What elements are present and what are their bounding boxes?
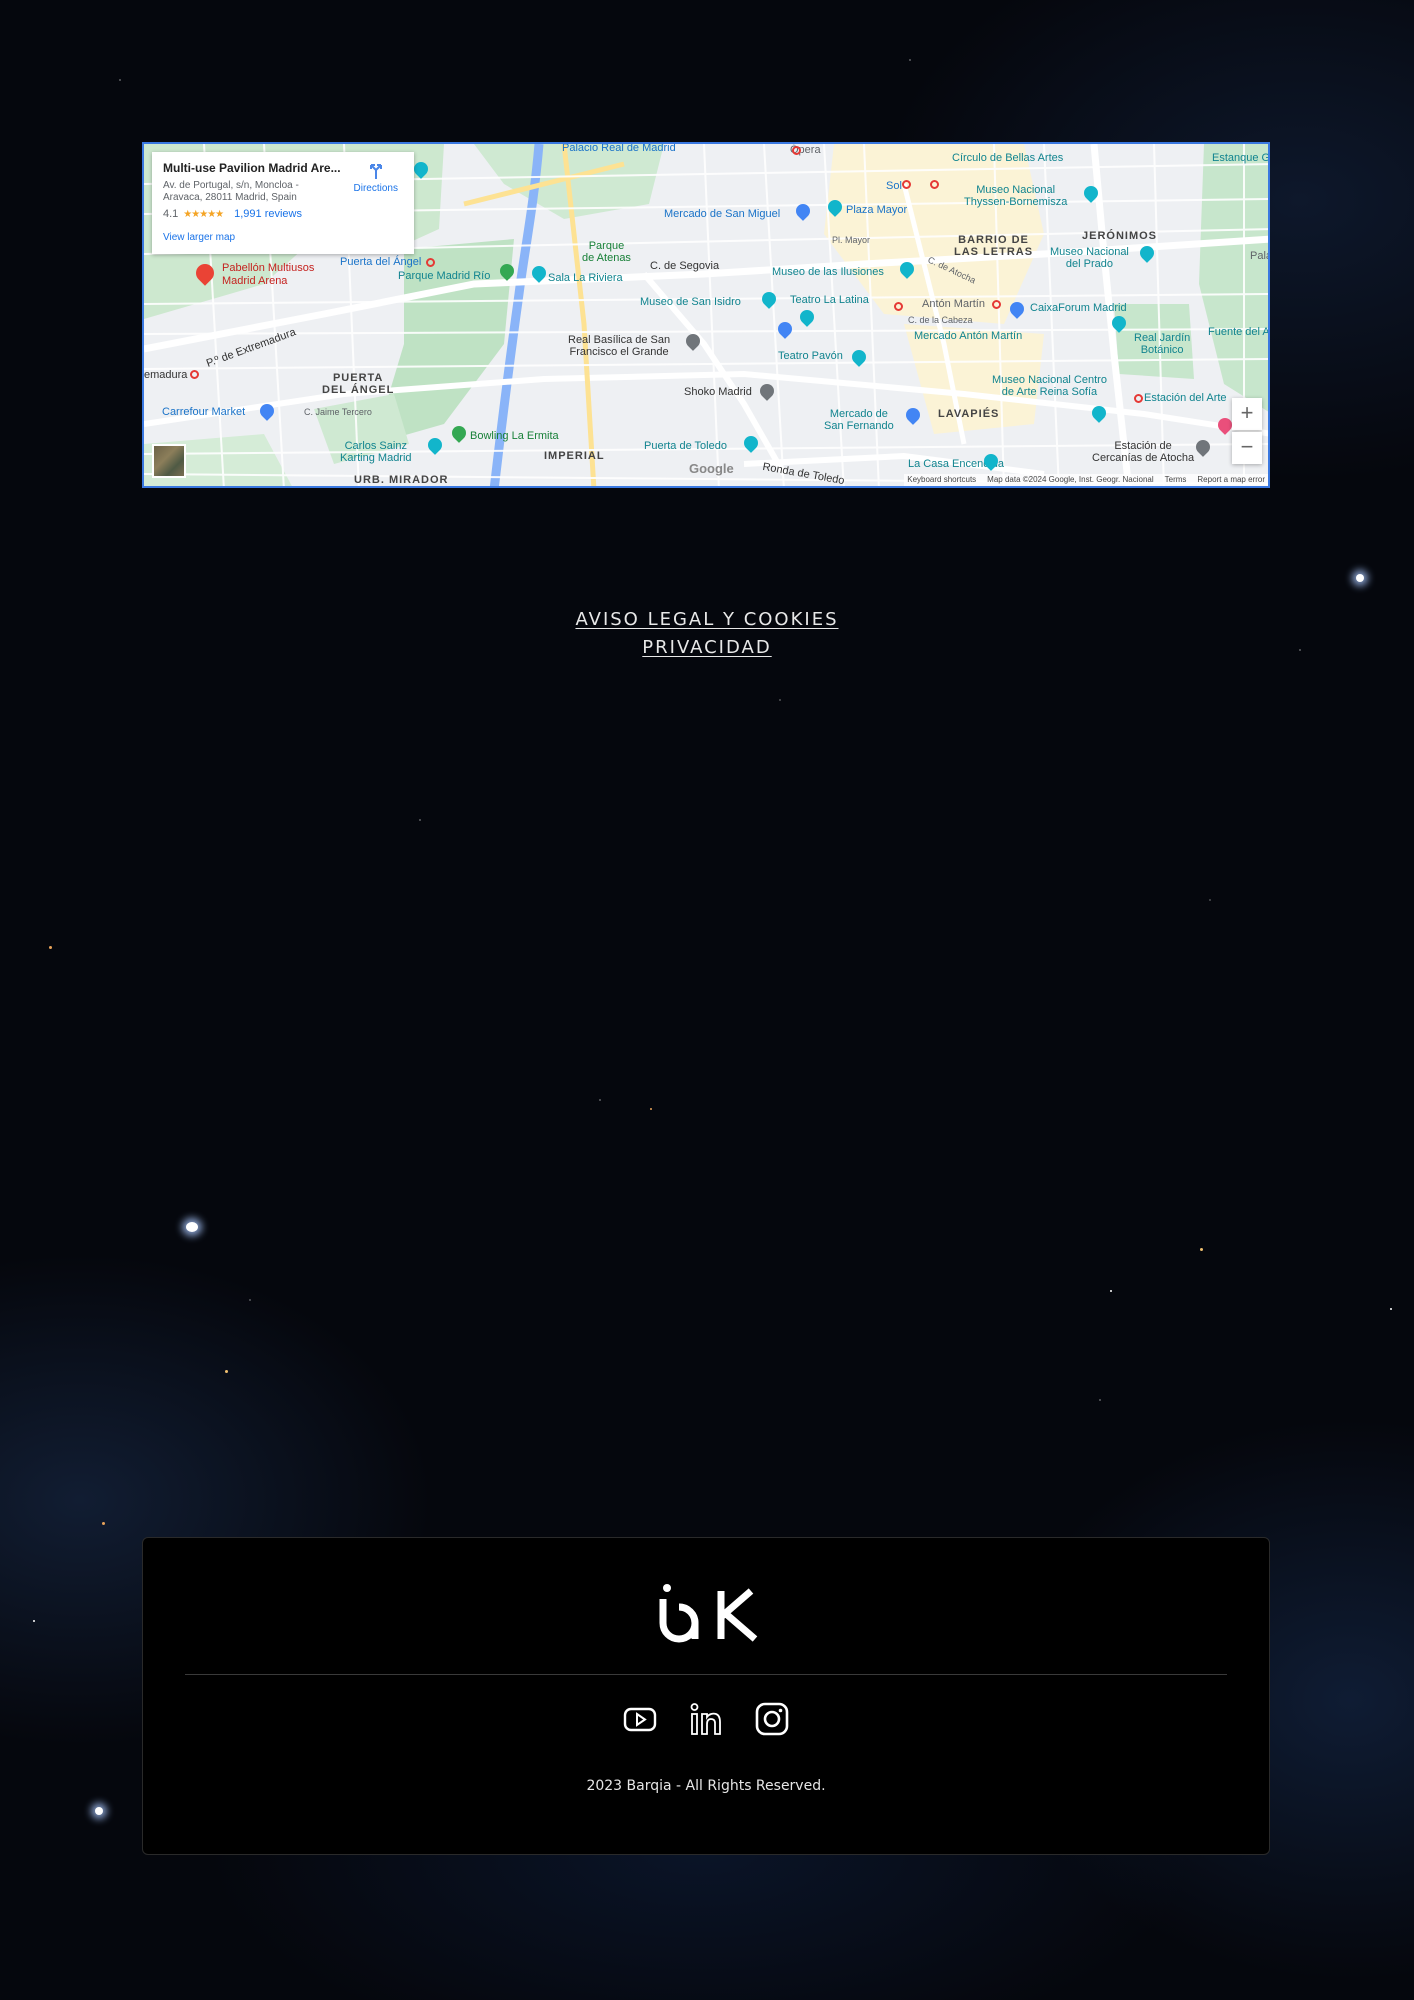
map-label: emadura [144, 369, 188, 381]
metro-icon [894, 302, 903, 311]
star [102, 1522, 105, 1525]
map-label: Antón Martín [922, 298, 985, 310]
map-label[interactable]: Puerta del Ángel [340, 256, 421, 268]
metro-icon [992, 300, 1001, 309]
map-label[interactable]: Mercado de San Fernando [824, 408, 894, 432]
map-label: Pl. Mayor [832, 235, 871, 245]
map-label[interactable]: Shoko Madrid [684, 386, 752, 398]
map-label: LAVAPIÉS [938, 408, 1000, 420]
star [49, 946, 52, 949]
social-links [143, 1702, 1269, 1736]
star [1390, 1308, 1392, 1310]
embedded-map[interactable]: Palacio Real de Madrid Ópera Círculo de … [142, 142, 1270, 488]
map-label[interactable]: Plaza Mayor [846, 204, 907, 216]
directions-label: Directions [353, 183, 398, 194]
legal-links: AVISO LEGAL Y COOKIES PRIVACIDAD [0, 606, 1414, 662]
report-map-error-link[interactable]: Report a map error [1197, 474, 1265, 486]
place-title: Multi-use Pavilion Madrid Are... [163, 161, 341, 175]
map-label[interactable]: Museo Nacional Thyssen-Bornemisza [964, 184, 1067, 208]
map-label: PUERTA DEL ÁNGEL [322, 372, 395, 396]
satellite-toggle-thumbnail[interactable] [152, 444, 186, 478]
brand-logo[interactable] [659, 1583, 763, 1643]
privacy-link[interactable]: PRIVACIDAD [0, 634, 1414, 662]
bright-star [1356, 574, 1364, 582]
map-label: C. de la Cabeza [908, 315, 973, 325]
map-label: Palac [1250, 250, 1268, 262]
place-info-card: Multi-use Pavilion Madrid Are... Av. de … [152, 152, 414, 254]
rating-value: 4.1 [163, 208, 179, 220]
map-label[interactable]: Estación de Cercanías de Atocha [1092, 440, 1194, 464]
footer-divider [185, 1674, 1227, 1675]
zoom-out-button[interactable]: − [1232, 432, 1262, 464]
map-label[interactable]: Mercado Antón Martín [914, 330, 1022, 342]
linkedin-icon[interactable] [689, 1702, 723, 1736]
map-label[interactable]: Museo Nacional del Prado [1050, 246, 1129, 270]
map-label[interactable]: Museo de San Isidro [640, 296, 741, 308]
rating-stars-icon: ★★★★★ [183, 208, 224, 220]
map-label[interactable]: Estación del Arte [1144, 392, 1227, 404]
map-label[interactable]: Estanque G [1212, 152, 1268, 164]
terms-link[interactable]: Terms [1165, 474, 1187, 486]
star [1200, 1248, 1203, 1251]
map-label: JERÓNIMOS [1082, 230, 1158, 242]
instagram-icon[interactable] [755, 1702, 789, 1736]
map-label[interactable]: Parque Madrid Río [398, 270, 490, 282]
metro-icon [792, 146, 801, 155]
map-label: IMPERIAL [544, 450, 605, 462]
map-label[interactable]: Puerta de Toledo [644, 440, 727, 452]
map-label[interactable]: Fuente del A [1208, 326, 1268, 338]
star [33, 1620, 35, 1622]
map-label[interactable]: Parque de Atenas [582, 240, 631, 264]
map-label[interactable]: Real Jardín Botánico [1134, 332, 1190, 356]
bright-star [186, 1222, 198, 1232]
metro-icon [902, 180, 911, 189]
metro-icon [190, 370, 199, 379]
view-larger-map-link[interactable]: View larger map [163, 232, 403, 243]
map-label[interactable]: Museo Nacional Centro de Arte Reina Sofí… [992, 374, 1107, 398]
map-label[interactable]: Sala La Riviera [548, 272, 623, 284]
reviews-link[interactable]: 1,991 reviews [234, 208, 302, 220]
map-attribution: Keyboard shortcuts Map data ©2024 Google… [904, 474, 1268, 486]
map-label-venue[interactable]: Pabellón Multiusos Madrid Arena [222, 262, 314, 288]
star [1110, 1290, 1112, 1292]
place-address: Av. de Portugal, s/n, Moncloa - Aravaca,… [163, 180, 299, 203]
map-label[interactable]: Círculo de Bellas Artes [952, 152, 1063, 164]
map-label[interactable]: Palacio Real de Madrid [562, 144, 676, 154]
map-label: URB. MIRADOR [354, 474, 449, 486]
directions-button[interactable]: Directions [354, 162, 398, 194]
map-label[interactable]: Teatro La Latina [790, 294, 869, 306]
map-label: C. Jaime Tercero [304, 407, 372, 417]
keyboard-shortcuts-link[interactable]: Keyboard shortcuts [907, 474, 976, 486]
google-logo: Google [689, 461, 734, 476]
map-label[interactable]: Real Basílica de San Francisco el Grande [568, 334, 670, 358]
copyright-text: 2023 Barqia - All Rights Reserved. [586, 1778, 826, 1794]
metro-icon [426, 258, 435, 267]
map-label[interactable]: Teatro Pavón [778, 350, 843, 362]
map-label: BARRIO DE LAS LETRAS [954, 234, 1034, 258]
map-data-credit: Map data ©2024 Google, Inst. Geogr. Naci… [987, 475, 1154, 484]
place-rating: 4.1 ★★★★★ 1,991 reviews [163, 208, 403, 220]
map-label[interactable]: CaixaForum Madrid [1030, 302, 1127, 314]
map-label[interactable]: Mercado de San Miguel [664, 208, 780, 220]
map-label[interactable]: Carlos Sainz Karting Madrid [340, 440, 412, 464]
bright-star [95, 1807, 103, 1815]
site-footer: 2023 Barqia - All Rights Reserved. [142, 1537, 1270, 1855]
zoom-in-button[interactable]: + [1232, 398, 1262, 430]
map-label[interactable]: Sol [886, 180, 902, 192]
directions-icon [369, 164, 382, 179]
map-label: C. de Segovia [650, 260, 720, 272]
metro-icon [930, 180, 939, 189]
map-label[interactable]: Carrefour Market [162, 406, 245, 418]
star [225, 1370, 228, 1373]
legal-cookies-link[interactable]: AVISO LEGAL Y COOKIES [0, 606, 1414, 634]
metro-icon [1134, 394, 1143, 403]
map-label[interactable]: Bowling La Ermita [470, 430, 559, 442]
youtube-icon[interactable] [623, 1702, 657, 1736]
star [650, 1108, 652, 1110]
map-label[interactable]: Museo de las Ilusiones [772, 266, 884, 278]
